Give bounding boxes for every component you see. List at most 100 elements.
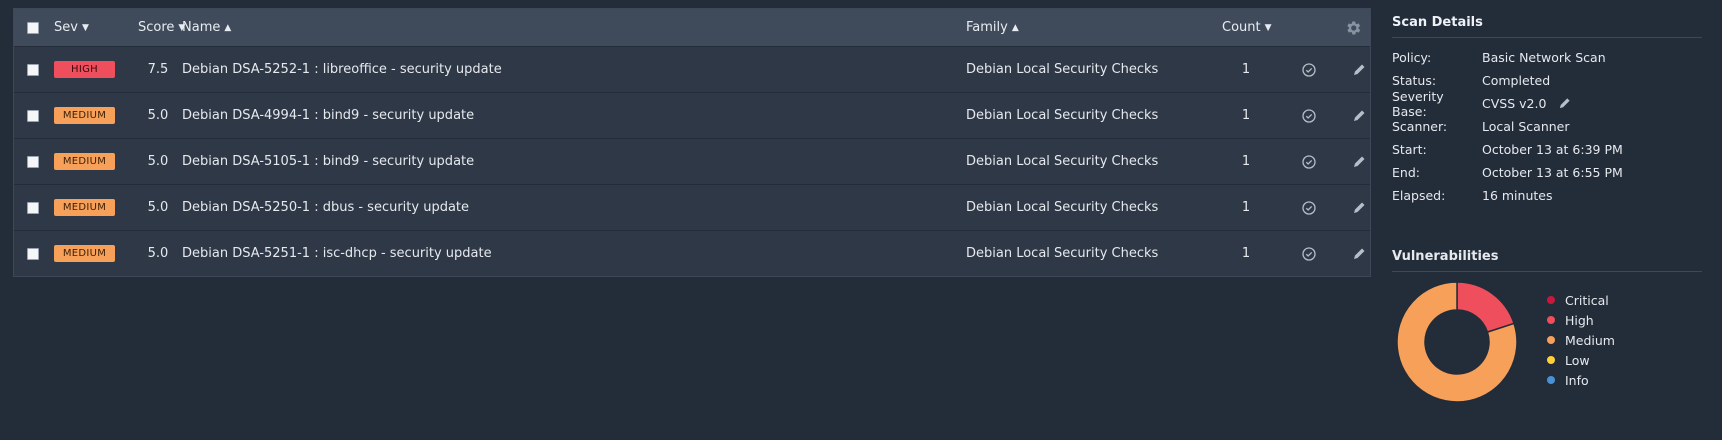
detail-value: Basic Network Scan bbox=[1482, 50, 1606, 65]
select-all-checkbox[interactable] bbox=[27, 21, 39, 34]
name-cell: Debian DSA-5105-1 : bind9 - security upd… bbox=[182, 154, 475, 169]
detail-policy: Policy: Basic Network Scan bbox=[1392, 46, 1702, 69]
detail-label: Scanner: bbox=[1392, 119, 1448, 134]
score-cell: 5.0 bbox=[147, 200, 169, 215]
score-cell: 5.0 bbox=[147, 154, 169, 169]
sort-down-icon: ▼ bbox=[1264, 22, 1272, 33]
score-header[interactable]: Score ▼ bbox=[138, 9, 185, 46]
scan-details-panel: Scan Details Policy: Basic Network Scan … bbox=[1392, 8, 1702, 207]
edit-button[interactable] bbox=[1347, 47, 1371, 92]
family-cell: Debian Local Security Checks bbox=[966, 246, 1159, 261]
legend-dot bbox=[1547, 356, 1555, 364]
edit-button[interactable] bbox=[1347, 139, 1371, 184]
family-header[interactable]: Family ▲ bbox=[966, 9, 1019, 46]
legend-item-low[interactable]: Low bbox=[1542, 350, 1615, 370]
detail-label: Policy: bbox=[1392, 50, 1432, 65]
family-cell: Debian Local Security Checks bbox=[966, 62, 1159, 77]
sort-up-icon: ▲ bbox=[1011, 22, 1019, 33]
count-cell: 1 bbox=[1241, 154, 1251, 169]
detail-elapsed: Elapsed: 16 minutes bbox=[1392, 184, 1702, 207]
row-checkbox[interactable] bbox=[27, 247, 39, 260]
vulnerabilities-donut-chart[interactable] bbox=[1392, 277, 1522, 407]
legend-label: Low bbox=[1565, 352, 1590, 368]
vulnerabilities-table: Sev ▼ Score ▼ Name ▲ Family ▲ Count ▼ HI… bbox=[13, 8, 1371, 277]
legend-item-high[interactable]: High bbox=[1542, 310, 1615, 330]
legend-label: Medium bbox=[1565, 332, 1615, 348]
pencil-icon bbox=[1354, 248, 1365, 259]
detail-value: CVSS v2.0 bbox=[1482, 96, 1547, 111]
snooze-button[interactable] bbox=[1297, 185, 1321, 230]
column-settings-button[interactable] bbox=[1344, 9, 1362, 46]
pencil-icon bbox=[1560, 98, 1571, 109]
count-cell: 1 bbox=[1241, 108, 1251, 123]
donut-slice-high[interactable] bbox=[1456, 281, 1516, 334]
legend-item-critical[interactable]: Critical bbox=[1542, 290, 1615, 310]
sev-header-label: Sev bbox=[54, 20, 78, 35]
detail-label: Start: bbox=[1392, 142, 1427, 157]
gear-icon bbox=[1347, 20, 1361, 35]
snooze-button[interactable] bbox=[1297, 231, 1321, 276]
pencil-icon bbox=[1354, 64, 1365, 75]
edit-severity-base-button[interactable] bbox=[1558, 97, 1571, 110]
snooze-button[interactable] bbox=[1297, 93, 1321, 138]
edit-button[interactable] bbox=[1347, 231, 1371, 276]
table-header: Sev ▼ Score ▼ Name ▲ Family ▲ Count ▼ bbox=[14, 9, 1370, 46]
snooze-button[interactable] bbox=[1297, 47, 1321, 92]
scan-details-title: Scan Details bbox=[1392, 8, 1702, 38]
check-circle-icon bbox=[1302, 154, 1316, 169]
detail-value: 16 minutes bbox=[1482, 188, 1553, 203]
name-cell: Debian DSA-4994-1 : bind9 - security upd… bbox=[182, 108, 475, 123]
row-checkbox[interactable] bbox=[27, 109, 39, 122]
table-row[interactable]: MEDIUM 5.0 Debian DSA-5250-1 : dbus - se… bbox=[14, 184, 1370, 230]
family-cell: Debian Local Security Checks bbox=[966, 200, 1159, 215]
vulnerabilities-panel: Vulnerabilities Critical High Medium Low… bbox=[1392, 242, 1702, 403]
name-cell: Debian DSA-5252-1 : libreoffice - securi… bbox=[182, 62, 502, 77]
detail-start: Start: October 13 at 6:39 PM bbox=[1392, 138, 1702, 161]
snooze-button[interactable] bbox=[1297, 139, 1321, 184]
detail-label: Status: bbox=[1392, 73, 1437, 88]
chart-legend: Critical High Medium Low Info bbox=[1542, 290, 1615, 390]
table-row[interactable]: MEDIUM 5.0 Debian DSA-4994-1 : bind9 - s… bbox=[14, 92, 1370, 138]
score-cell: 7.5 bbox=[147, 62, 169, 77]
detail-end: End: October 13 at 6:55 PM bbox=[1392, 161, 1702, 184]
sev-header[interactable]: Sev ▼ bbox=[54, 9, 89, 46]
edit-button[interactable] bbox=[1347, 185, 1371, 230]
row-checkbox[interactable] bbox=[27, 155, 39, 168]
count-cell: 1 bbox=[1241, 246, 1251, 261]
select-all-cell bbox=[27, 9, 39, 46]
severity-badge: MEDIUM bbox=[54, 153, 115, 170]
check-circle-icon bbox=[1302, 62, 1316, 77]
detail-scanner: Scanner: Local Scanner bbox=[1392, 115, 1702, 138]
legend-dot bbox=[1547, 336, 1555, 344]
table-row[interactable]: HIGH 7.5 Debian DSA-5252-1 : libreoffice… bbox=[14, 46, 1370, 92]
name-cell: Debian DSA-5251-1 : isc-dhcp - security … bbox=[182, 246, 492, 261]
legend-item-info[interactable]: Info bbox=[1542, 370, 1615, 390]
name-cell: Debian DSA-5250-1 : dbus - security upda… bbox=[182, 200, 470, 215]
row-checkbox[interactable] bbox=[27, 63, 39, 76]
family-cell: Debian Local Security Checks bbox=[966, 108, 1159, 123]
table-row[interactable]: MEDIUM 5.0 Debian DSA-5105-1 : bind9 - s… bbox=[14, 138, 1370, 184]
score-cell: 5.0 bbox=[147, 108, 169, 123]
name-header-label: Name bbox=[182, 20, 221, 35]
count-header[interactable]: Count ▼ bbox=[1222, 9, 1272, 46]
row-checkbox[interactable] bbox=[27, 201, 39, 214]
legend-label: Info bbox=[1565, 372, 1589, 388]
edit-button[interactable] bbox=[1347, 93, 1371, 138]
family-cell: Debian Local Security Checks bbox=[966, 154, 1159, 169]
table-row[interactable]: MEDIUM 5.0 Debian DSA-5251-1 : isc-dhcp … bbox=[14, 230, 1370, 276]
detail-value: Completed bbox=[1482, 73, 1551, 88]
score-header-label: Score bbox=[138, 20, 175, 35]
check-circle-icon bbox=[1302, 108, 1316, 123]
legend-dot bbox=[1547, 316, 1555, 324]
severity-badge: MEDIUM bbox=[54, 245, 115, 262]
sort-down-icon: ▼ bbox=[81, 22, 89, 33]
legend-item-medium[interactable]: Medium bbox=[1542, 330, 1615, 350]
check-circle-icon bbox=[1302, 246, 1316, 261]
detail-value: October 13 at 6:55 PM bbox=[1482, 165, 1623, 180]
severity-badge: MEDIUM bbox=[54, 199, 115, 216]
severity-badge: HIGH bbox=[54, 61, 115, 78]
name-header[interactable]: Name ▲ bbox=[182, 9, 231, 46]
legend-label: Critical bbox=[1565, 292, 1609, 308]
legend-dot bbox=[1547, 296, 1555, 304]
pencil-icon bbox=[1354, 110, 1365, 121]
